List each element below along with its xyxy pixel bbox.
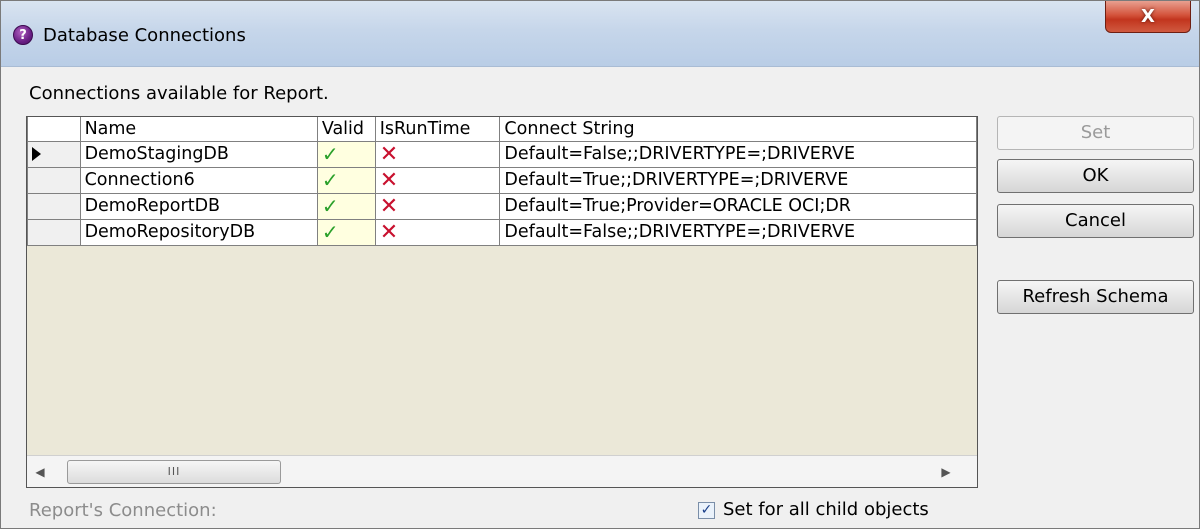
row-selector[interactable] — [27, 192, 81, 220]
cross-icon[interactable]: ✕ — [374, 166, 501, 194]
row-selector[interactable] — [27, 166, 81, 194]
cross-icon[interactable]: ✕ — [374, 140, 501, 168]
cell-name[interactable]: DemoRepositoryDB — [79, 218, 318, 246]
database-connections-dialog: ? Database Connections X Connections ava… — [0, 0, 1200, 529]
scroll-right-arrow-icon[interactable]: ▶ — [937, 462, 955, 482]
row-selector-arrow-icon — [32, 147, 41, 161]
scroll-thumb[interactable]: III — [67, 460, 281, 484]
cell-connect-string[interactable]: Default=True;;DRIVERTYPE=;DRIVERVE — [499, 166, 977, 194]
column-header-valid[interactable]: Valid — [316, 117, 376, 142]
cell-name[interactable]: Connection6 — [79, 166, 318, 194]
checkmark-icon[interactable]: ✓ — [316, 192, 376, 220]
table-row[interactable]: DemoReportDB ✓ ✕ Default=True;Provider=O… — [27, 192, 977, 220]
title-bar[interactable]: ? Database Connections X — [1, 1, 1199, 67]
checkmark-icon[interactable]: ✓ — [316, 140, 376, 168]
checkmark-icon[interactable]: ✓ — [316, 166, 376, 194]
column-header-name[interactable]: Name — [79, 117, 318, 142]
column-header-connect-string[interactable]: Connect String — [499, 117, 977, 142]
connections-caption: Connections available for Report. — [29, 83, 329, 104]
table-row[interactable]: DemoRepositoryDB ✓ ✕ Default=False;;DRIV… — [27, 218, 977, 246]
refresh-schema-button[interactable]: Refresh Schema — [997, 280, 1194, 314]
cell-name[interactable]: DemoReportDB — [79, 192, 318, 220]
cell-connect-string[interactable]: Default=False;;DRIVERTYPE=;DRIVERVE — [499, 218, 977, 246]
app-icon: ? — [13, 25, 33, 45]
set-for-all-label[interactable]: Set for all child objects — [723, 499, 929, 520]
row-selector[interactable] — [27, 218, 81, 246]
set-for-all-checkbox[interactable]: ✓ — [698, 502, 715, 519]
horizontal-scrollbar[interactable]: ◀ III ▶ — [27, 455, 977, 487]
connections-grid[interactable]: Name Valid IsRunTime Connect String Demo… — [26, 116, 978, 488]
report-connection-label: Report's Connection: — [29, 500, 217, 521]
set-button[interactable]: Set — [997, 116, 1194, 150]
table-header-row: Name Valid IsRunTime Connect String — [27, 117, 977, 142]
cell-connect-string[interactable]: Default=False;;DRIVERTYPE=;DRIVERVE — [499, 140, 977, 168]
column-header-isruntime[interactable]: IsRunTime — [374, 117, 501, 142]
row-selector[interactable] — [27, 140, 81, 168]
checkmark-icon[interactable]: ✓ — [316, 218, 376, 246]
table-row[interactable]: DemoStagingDB ✓ ✕ Default=False;;DRIVERT… — [27, 140, 977, 168]
header-selector-cell — [27, 117, 81, 142]
close-button[interactable]: X — [1105, 1, 1191, 33]
connections-table: Name Valid IsRunTime Connect String Demo… — [27, 117, 977, 246]
close-icon: X — [1141, 6, 1155, 27]
table-row[interactable]: Connection6 ✓ ✕ Default=True;;DRIVERTYPE… — [27, 166, 977, 194]
cell-name[interactable]: DemoStagingDB — [79, 140, 318, 168]
cross-icon[interactable]: ✕ — [374, 192, 501, 220]
cross-icon[interactable]: ✕ — [374, 218, 501, 246]
cell-connect-string[interactable]: Default=True;Provider=ORACLE OCI;DR — [499, 192, 977, 220]
window-title: Database Connections — [43, 25, 246, 46]
ok-button[interactable]: OK — [997, 159, 1194, 193]
cancel-button[interactable]: Cancel — [997, 204, 1194, 238]
scroll-left-arrow-icon[interactable]: ◀ — [31, 462, 49, 482]
